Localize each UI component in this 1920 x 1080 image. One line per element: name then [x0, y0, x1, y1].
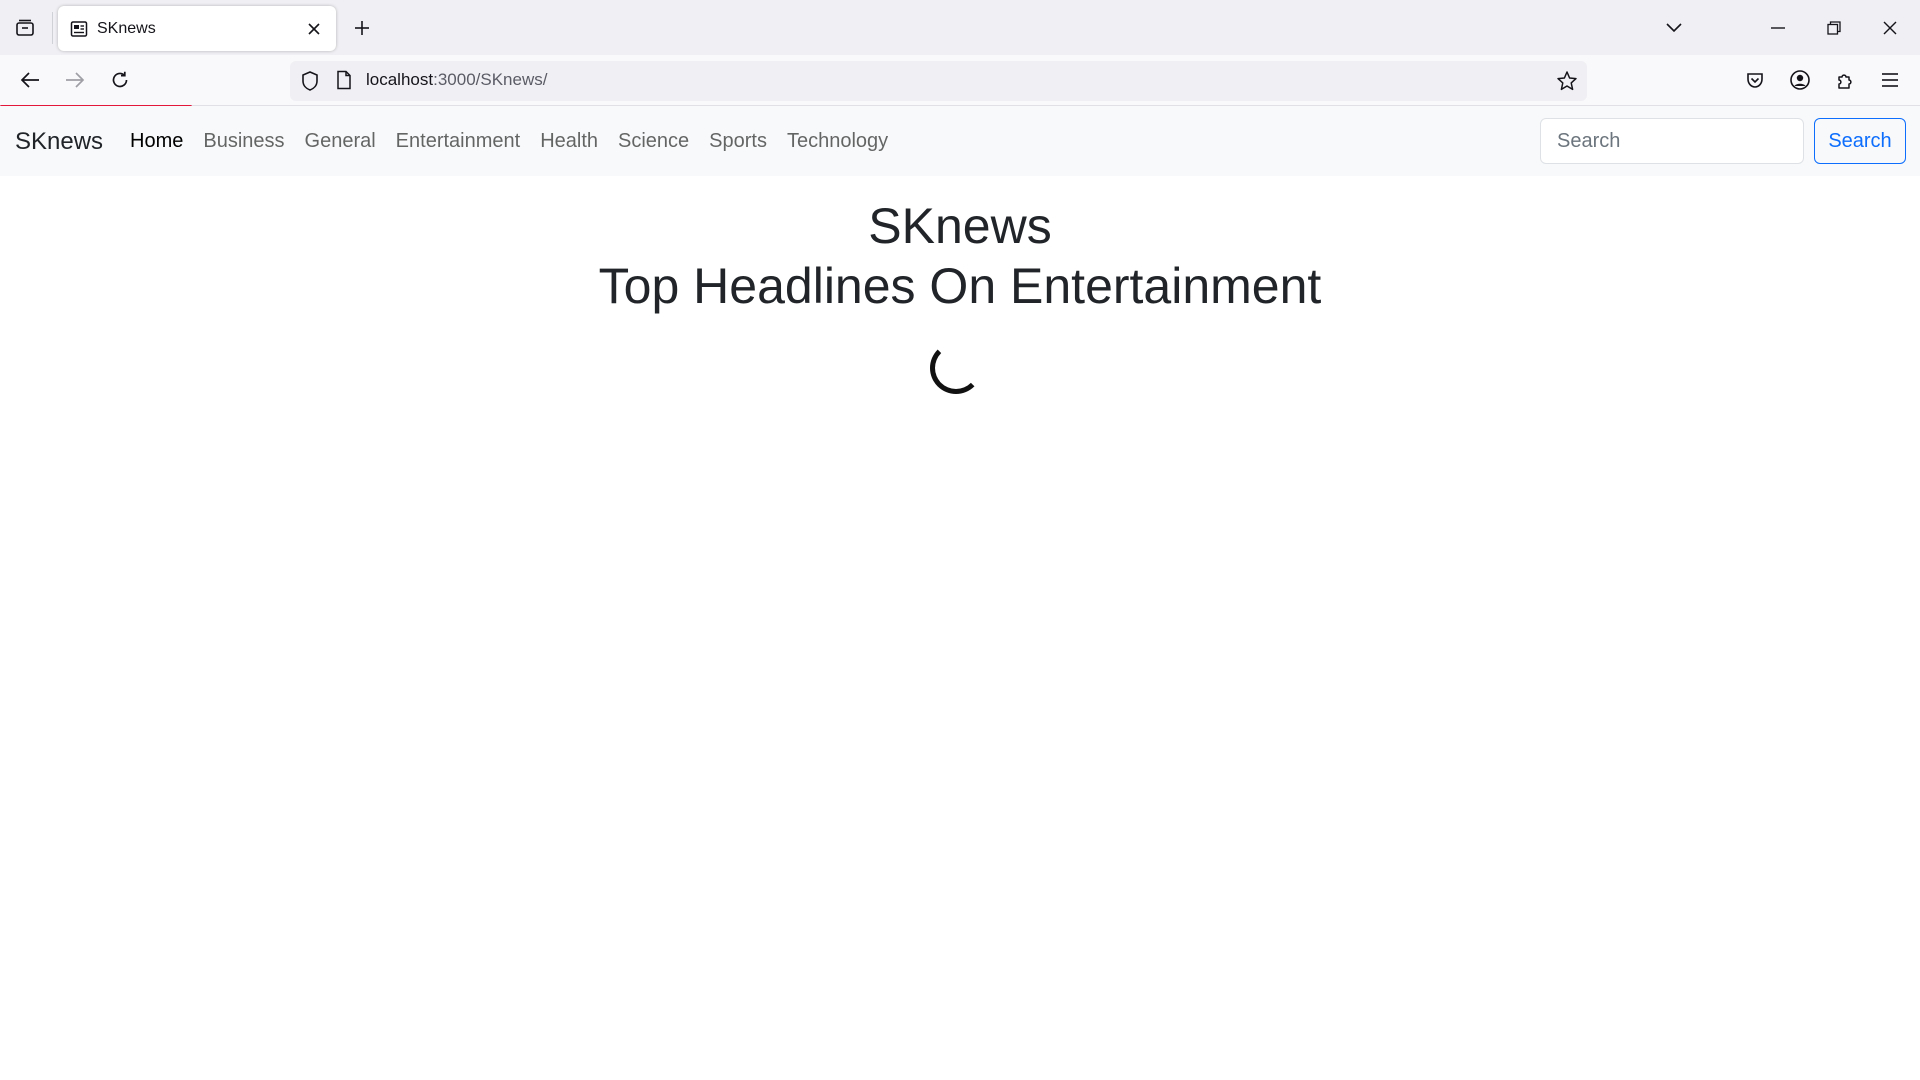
chevron-down-icon[interactable]: [1646, 0, 1702, 55]
url-path: :3000/SKnews/: [433, 70, 548, 89]
account-icon[interactable]: [1782, 62, 1818, 98]
tab-title: SKnews: [97, 19, 156, 37]
tab-separator: [52, 12, 53, 44]
arrow-right-icon[interactable]: [57, 62, 93, 98]
site-brand[interactable]: SKnews: [15, 128, 103, 156]
plus-icon[interactable]: [345, 11, 379, 45]
page-title: SKnews: [868, 198, 1052, 254]
puzzle-icon[interactable]: [1827, 62, 1863, 98]
nav-link-sports[interactable]: Sports: [699, 130, 777, 153]
web-page: SKnews Home Business General Entertainme…: [0, 106, 1920, 1080]
nav-link-general[interactable]: General: [295, 130, 386, 153]
reload-icon[interactable]: [102, 62, 138, 98]
restore-icon[interactable]: [1806, 0, 1862, 55]
shield-icon[interactable]: [300, 70, 320, 97]
window-close-icon[interactable]: [1862, 0, 1918, 55]
nav-link-entertainment[interactable]: Entertainment: [386, 130, 531, 153]
url-host: localhost: [366, 70, 434, 89]
site-nav-links: Home Business General Entertainment Heal…: [120, 130, 898, 153]
browser-tab-active[interactable]: SKnews: [58, 6, 336, 51]
minimize-icon[interactable]: [1750, 0, 1806, 55]
loading-spinner: [930, 342, 982, 394]
pocket-icon[interactable]: [1737, 62, 1773, 98]
page-heading: SKnews Top Headlines On Entertainment: [0, 196, 1920, 316]
news-icon: [70, 20, 88, 38]
star-icon[interactable]: [1556, 70, 1578, 97]
tab-list-icon[interactable]: [6, 10, 44, 46]
url-bar[interactable]: localhost:3000/SKnews/: [290, 61, 1587, 101]
close-icon[interactable]: [300, 15, 328, 43]
site-navbar: SKnews Home Business General Entertainme…: [0, 106, 1920, 176]
page-subtitle: Top Headlines On Entertainment: [598, 258, 1322, 314]
nav-link-science[interactable]: Science: [608, 130, 699, 153]
search-button[interactable]: Search: [1814, 118, 1906, 164]
page-icon[interactable]: [336, 70, 352, 95]
nav-link-home[interactable]: Home: [120, 130, 193, 153]
arrow-left-icon[interactable]: [12, 62, 48, 98]
hamburger-icon[interactable]: [1872, 62, 1908, 98]
browser-tab-bar: SKnews: [0, 0, 1920, 55]
nav-link-technology[interactable]: Technology: [777, 130, 898, 153]
search-input[interactable]: Search: [1540, 118, 1804, 164]
url-text: localhost:3000/SKnews/: [366, 70, 547, 90]
nav-link-health[interactable]: Health: [530, 130, 608, 153]
nav-link-business[interactable]: Business: [193, 130, 294, 153]
browser-toolbar: localhost:3000/SKnews/: [0, 55, 1920, 106]
